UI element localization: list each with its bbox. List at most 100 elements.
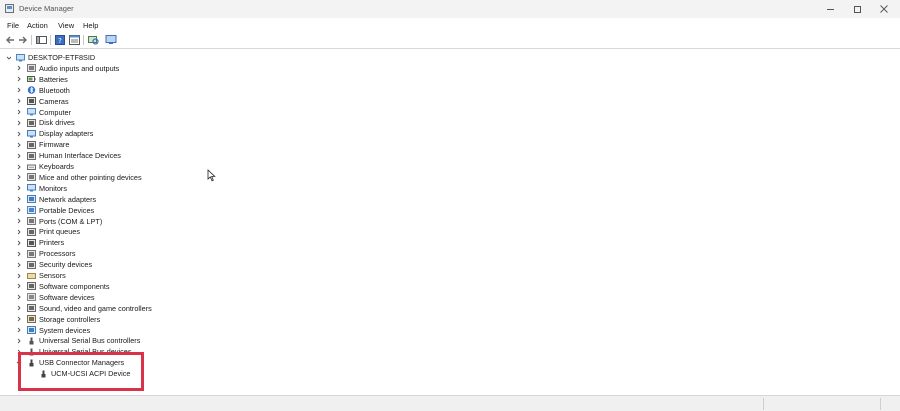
chevron-right-icon[interactable]	[16, 273, 22, 279]
monitor-icon	[27, 184, 36, 192]
scan-hardware-button[interactable]	[87, 34, 99, 46]
help-button[interactable]: ?	[54, 34, 66, 46]
software-component-icon	[27, 282, 36, 291]
highlight-box	[18, 352, 144, 391]
tree-category-label: Portable Devices	[39, 205, 95, 215]
battery-icon	[27, 76, 36, 83]
sound-controller-icon	[27, 304, 36, 313]
chevron-right-icon[interactable]	[16, 316, 22, 322]
chevron-right-icon[interactable]	[16, 262, 22, 268]
menu-view[interactable]: View	[58, 21, 74, 30]
properties-icon	[68, 35, 80, 45]
tree-category-label: Disk drives	[39, 118, 75, 128]
chevron-right-icon[interactable]	[16, 65, 22, 71]
minimize-button[interactable]	[816, 1, 844, 17]
tree-category-label: Sound, video and game controllers	[39, 303, 152, 313]
chevron-right-icon[interactable]	[16, 294, 22, 300]
software-device-icon	[27, 293, 36, 302]
chevron-right-icon[interactable]	[16, 240, 22, 246]
system-device-icon	[27, 326, 36, 334]
tree-root-label: DESKTOP-ETF8SID	[28, 53, 96, 62]
chevron-right-icon[interactable]	[16, 327, 22, 333]
back-button[interactable]	[4, 34, 16, 46]
svg-text:?: ?	[58, 37, 62, 45]
tree-category[interactable]: Printers	[0, 237, 900, 248]
menu-file[interactable]: File	[7, 21, 19, 30]
tree-category-label: Sensors	[39, 271, 66, 280]
print-queue-icon	[27, 227, 36, 236]
tree-category-label: Printers	[39, 238, 65, 248]
forward-button[interactable]	[17, 34, 29, 46]
update-driver-button[interactable]	[105, 34, 117, 46]
tree-category[interactable]: Storage controllers	[0, 314, 900, 325]
tree-category[interactable]: Display adapters	[0, 128, 900, 139]
tree-category[interactable]: Universal Serial Bus controllers	[0, 335, 900, 346]
tree-category[interactable]: Monitors	[0, 183, 900, 194]
minimize-icon	[826, 8, 834, 10]
tree-category[interactable]: Bluetooth	[0, 85, 900, 96]
bluetooth-icon	[27, 86, 36, 94]
chevron-right-icon[interactable]	[16, 87, 22, 93]
tree-category[interactable]: Cameras	[0, 96, 900, 107]
chevron-right-icon[interactable]	[16, 207, 22, 213]
chevron-right-icon[interactable]	[16, 174, 22, 180]
menu-action[interactable]: Action	[27, 21, 48, 30]
forward-arrow-icon	[19, 36, 27, 44]
chevron-right-icon[interactable]	[16, 251, 22, 257]
tree-category[interactable]: Computer	[0, 107, 900, 118]
device-tree[interactable]: DESKTOP-ETF8SID Audio inputs and outputs B…	[0, 50, 900, 394]
tree-category[interactable]: Network adapters	[0, 194, 900, 205]
chevron-right-icon[interactable]	[16, 76, 22, 82]
tree-category[interactable]: Processors	[0, 248, 900, 259]
maximize-button[interactable]	[843, 1, 871, 17]
tree-category[interactable]: Software components	[0, 281, 900, 292]
tree-root[interactable]: DESKTOP-ETF8SID	[0, 52, 900, 63]
tree-category-label: System devices	[39, 325, 91, 335]
chevron-down-icon[interactable]	[6, 55, 12, 61]
chevron-right-icon[interactable]	[16, 131, 22, 137]
chevron-right-icon[interactable]	[16, 98, 22, 104]
chevron-right-icon[interactable]	[16, 305, 22, 311]
mouse-cursor-icon	[207, 169, 216, 182]
tree-category[interactable]: Mice and other pointing devices	[0, 172, 900, 183]
chevron-right-icon[interactable]	[16, 109, 22, 115]
chevron-right-icon[interactable]	[16, 283, 22, 289]
tree-category-label: Storage controllers	[39, 314, 101, 324]
chevron-right-icon[interactable]	[16, 338, 22, 344]
chevron-right-icon[interactable]	[16, 164, 22, 170]
disk-drive-icon	[27, 118, 36, 127]
computer-icon	[27, 108, 36, 116]
tree-category[interactable]: Audio inputs and outputs	[0, 63, 900, 74]
tree-category[interactable]: Firmware	[0, 139, 900, 150]
chevron-right-icon[interactable]	[16, 120, 22, 126]
tree-category[interactable]: Keyboards	[0, 161, 900, 172]
chevron-right-icon[interactable]	[16, 153, 22, 159]
chevron-right-icon[interactable]	[16, 185, 22, 191]
tree-category-label: Computer	[39, 107, 72, 117]
chevron-right-icon[interactable]	[16, 218, 22, 224]
properties-button[interactable]	[68, 34, 80, 46]
status-separator	[763, 398, 764, 410]
tree-category[interactable]: Print queues	[0, 226, 900, 237]
chevron-right-icon[interactable]	[16, 196, 22, 202]
menu-help[interactable]: Help	[83, 21, 98, 30]
tree-category[interactable]: Human Interface Devices	[0, 150, 900, 161]
chevron-right-icon[interactable]	[16, 229, 22, 235]
tree-category[interactable]: Sensors	[0, 270, 900, 281]
tree-category[interactable]: Batteries	[0, 74, 900, 85]
tree-category-label: Human Interface Devices	[39, 151, 121, 161]
tree-category-label: Monitors	[39, 183, 67, 193]
tree-category[interactable]: System devices	[0, 325, 900, 336]
display-adapter-icon	[27, 129, 36, 138]
chevron-right-icon[interactable]	[16, 142, 22, 148]
tree-category[interactable]: Security devices	[0, 259, 900, 270]
title-bar: Device Manager	[0, 0, 900, 18]
close-button[interactable]	[870, 1, 898, 17]
tree-category[interactable]: Portable Devices	[0, 205, 900, 216]
tree-category[interactable]: Ports (COM & LPT)	[0, 216, 900, 227]
tree-category[interactable]: Disk drives	[0, 117, 900, 128]
tree-category[interactable]: Sound, video and game controllers	[0, 303, 900, 314]
tree-category[interactable]: Software devices	[0, 292, 900, 303]
tree-category-label: Audio inputs and outputs	[39, 63, 120, 73]
show-hide-console-tree-button[interactable]	[35, 34, 47, 46]
